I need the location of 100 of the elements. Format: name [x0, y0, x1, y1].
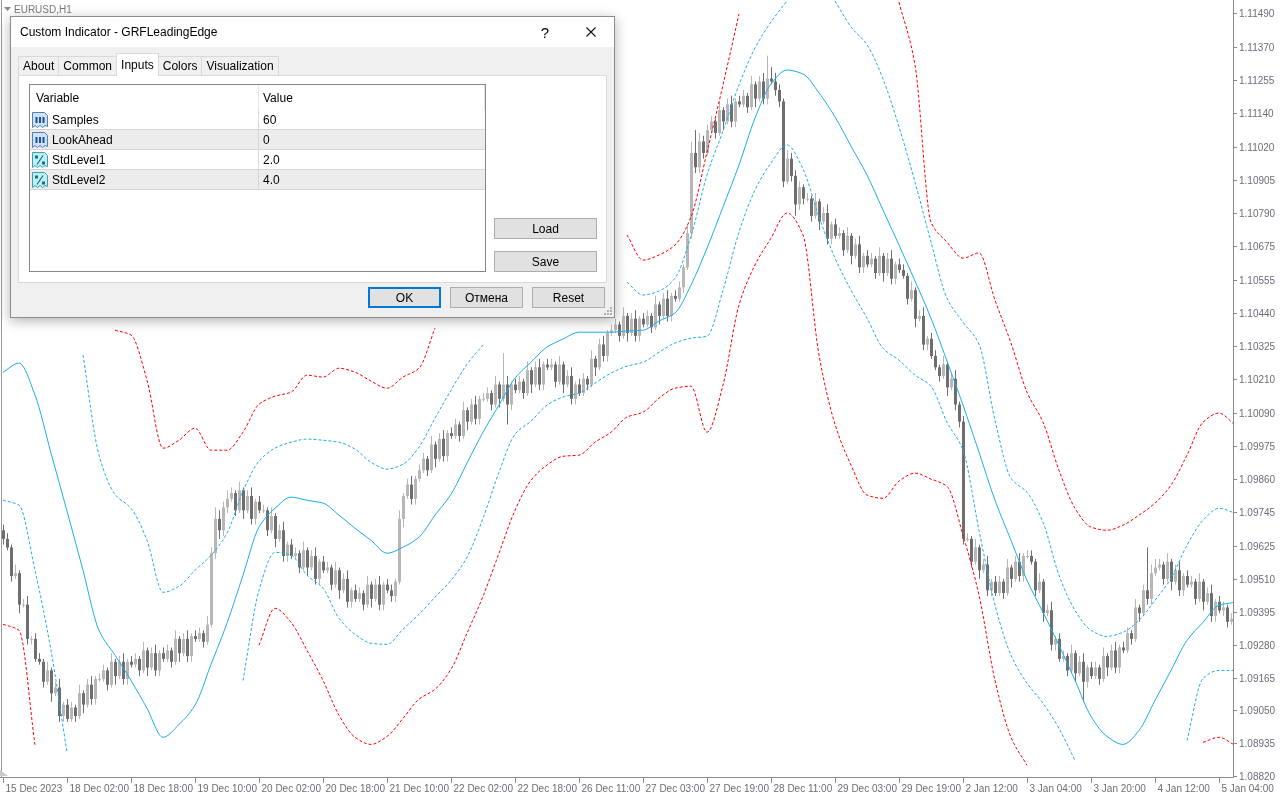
candlestick: [874, 255, 877, 280]
candlestick: [558, 355, 561, 385]
dialog-title: Custom Indicator - GRFLeadingEdge: [20, 25, 219, 39]
candlestick: [542, 361, 545, 391]
candlestick: [234, 489, 237, 517]
caret-icon[interactable]: [4, 7, 11, 11]
price-label: 1.09745: [1239, 507, 1276, 518]
table-row[interactable]: StdLevel1 2.0: [30, 150, 485, 170]
candlestick: [722, 106, 725, 131]
candlestick: [594, 355, 597, 377]
candlestick: [410, 475, 413, 506]
tab[interactable]: Inputs: [116, 53, 159, 76]
time-label: 18 Dec 02:00: [69, 783, 129, 794]
tab[interactable]: About: [18, 56, 60, 75]
candlestick: [974, 538, 977, 566]
candlestick: [1038, 572, 1041, 594]
candlestick: [90, 675, 93, 706]
price-label: 1.11490: [1239, 8, 1275, 19]
candlestick: [474, 395, 477, 425]
candlestick: [1014, 555, 1017, 583]
candlestick: [778, 83, 781, 108]
table-row[interactable]: StdLevel2 4.0: [30, 170, 485, 190]
parameter-name: StdLevel1: [52, 152, 106, 167]
time-label: 22 Dec 02:00: [453, 783, 513, 794]
parameter-value[interactable]: 60: [259, 110, 277, 129]
candlestick: [1114, 641, 1117, 674]
dialog-button[interactable]: Save: [494, 251, 597, 272]
candlestick: [942, 355, 945, 380]
parameter-value[interactable]: 0: [259, 130, 270, 149]
dialog-button[interactable]: Load: [494, 218, 597, 239]
candlestick: [422, 452, 425, 474]
candlestick: [1078, 655, 1081, 677]
candlestick: [274, 512, 277, 548]
parameter-value[interactable]: 4.0: [259, 170, 280, 189]
candlestick: [190, 632, 193, 663]
candlestick: [346, 569, 349, 608]
candlestick: [1126, 627, 1129, 654]
candlestick: [310, 549, 313, 571]
time-label: 5 Jan 04:00: [1221, 783, 1274, 794]
candlestick: [1102, 647, 1105, 683]
candlestick: [466, 406, 469, 431]
price-label: 1.10440: [1239, 308, 1276, 319]
price-label: 1.10555: [1239, 275, 1276, 286]
candlestick: [678, 281, 681, 303]
candlestick: [366, 575, 369, 608]
candlestick: [490, 389, 493, 411]
candlestick: [222, 501, 225, 537]
price-label: 1.09975: [1239, 441, 1276, 452]
candlestick: [62, 701, 65, 723]
candlestick: [306, 546, 309, 577]
time-label: 27 Dec 03:00: [645, 783, 705, 794]
candlestick: [138, 655, 141, 677]
price-label: 1.09280: [1239, 640, 1276, 651]
candlestick: [42, 658, 45, 688]
dialog-button[interactable]: Отмена: [450, 287, 523, 308]
time-label: 15 Dec 2023: [5, 783, 63, 794]
help-button[interactable]: ?: [533, 20, 557, 44]
candlestick: [250, 486, 253, 526]
candlestick: [894, 261, 897, 285]
candlestick: [1010, 564, 1013, 588]
candlestick: [850, 232, 853, 265]
table-row[interactable]: LookAhead 0: [30, 130, 485, 150]
candlestick: [454, 418, 457, 440]
candlestick: [846, 226, 849, 254]
candlestick: [270, 506, 273, 534]
candlestick: [94, 675, 97, 706]
price-label: 1.10675: [1239, 241, 1276, 252]
candlestick: [998, 575, 1001, 597]
candlestick: [46, 661, 49, 686]
candlestick: [206, 615, 209, 646]
price-label: 1.11020: [1239, 142, 1275, 153]
candlestick: [154, 644, 157, 677]
candlestick: [854, 238, 857, 260]
time-label: 21 Dec 10:00: [389, 783, 449, 794]
candlestick: [350, 587, 353, 608]
tab[interactable]: Visualization: [201, 56, 279, 75]
number-tile-icon: [32, 131, 48, 148]
candlestick: [330, 564, 333, 591]
candlestick: [442, 429, 445, 463]
resize-grip-icon[interactable]: [604, 307, 612, 315]
time-label: 29 Dec 03:00: [837, 783, 897, 794]
candlestick: [562, 361, 565, 394]
dialog-button[interactable]: OK: [368, 287, 441, 308]
candlestick: [634, 309, 637, 343]
parameter-value[interactable]: 2.0: [259, 150, 280, 169]
candlestick: [182, 632, 185, 657]
candlestick: [734, 98, 737, 128]
price-label: 1.09625: [1239, 541, 1276, 552]
candlestick: [958, 401, 961, 428]
candlestick: [978, 544, 981, 580]
candlestick: [142, 641, 145, 674]
dialog-button[interactable]: Reset: [532, 287, 605, 308]
candlestick: [1146, 546, 1149, 606]
candlestick: [886, 252, 889, 277]
price-label: 1.09510: [1239, 574, 1276, 585]
candlestick: [790, 152, 793, 182]
price-label: 1.11140: [1239, 108, 1274, 119]
chart-title: EURUSD,H1: [14, 4, 72, 15]
table-row[interactable]: Samples 60: [30, 110, 485, 130]
candlestick: [402, 492, 405, 528]
